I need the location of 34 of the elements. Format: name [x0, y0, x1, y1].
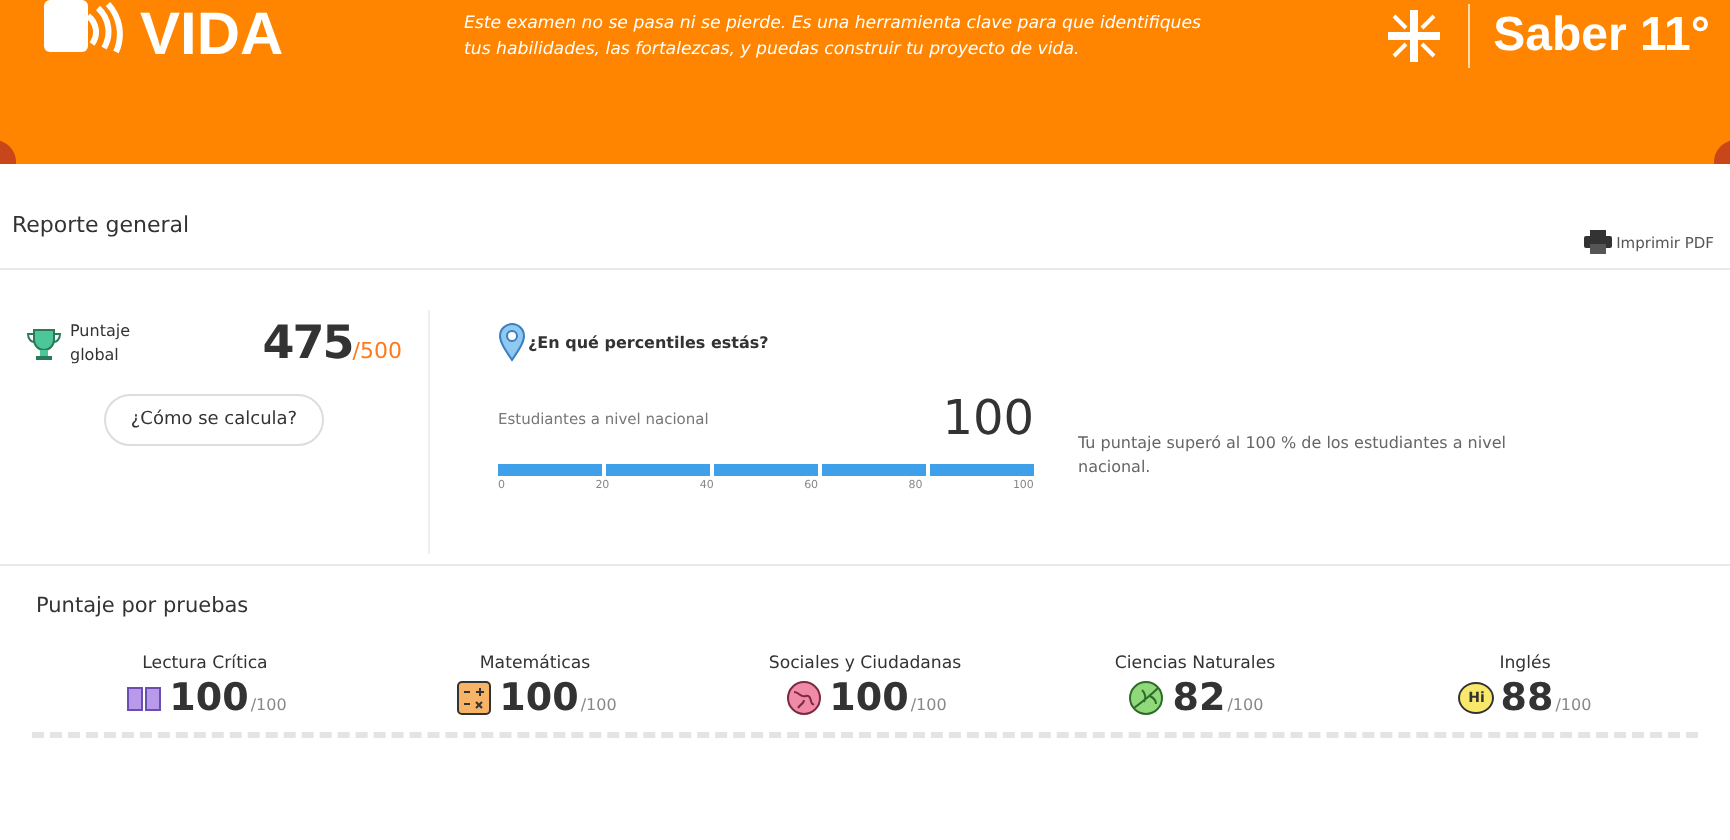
tests-title: Puntaje por pruebas	[34, 592, 251, 618]
test-max-score: /100	[250, 696, 287, 714]
trophy-icon	[26, 326, 62, 362]
test-score: 88	[1500, 676, 1554, 720]
banner-message: Este examen no se pasa ni se pierde. Es una herramienta clave para que identifiques tus habilidades, las fortalezcas, y puedas construir tu proyecto de vida.	[464, 12, 1203, 64]
test-max-score: /100	[1227, 696, 1264, 714]
logo-icon	[44, 0, 124, 56]
globe-icon	[783, 678, 824, 718]
location-pin-icon	[498, 322, 526, 362]
test-score: 100	[499, 676, 579, 720]
leaf-icon	[1126, 678, 1167, 718]
test-name: Lectura Crítica	[142, 654, 268, 674]
test-score: 82	[1172, 676, 1226, 720]
test-score: 100	[829, 676, 909, 720]
percentile-title: ¿En qué percentiles estás?	[528, 333, 769, 351]
calculator-icon	[453, 678, 494, 718]
percentile-note: Tu puntaje superó al 100 % de los estudiantes a nivel nacional.	[1078, 431, 1508, 479]
report-title: Reporte general	[12, 211, 190, 237]
test-score: 100	[169, 676, 249, 720]
percentile-value: 100	[942, 390, 1034, 446]
global-score-label: Puntaje global	[70, 320, 133, 368]
test-name: Inglés	[1499, 654, 1551, 674]
test-name: Ciencias Naturales	[1114, 654, 1276, 674]
test-name: Matemáticas	[479, 654, 591, 674]
test-max-score: /100	[910, 696, 947, 714]
printer-icon	[1584, 230, 1613, 254]
test-max-score: /100	[1555, 696, 1592, 714]
global-score: 475/500	[262, 318, 402, 370]
test-max-score: /100	[580, 696, 617, 714]
brand-name: Saber 11°	[1493, 8, 1710, 64]
test-name: Sociales y Ciudadanas	[768, 654, 962, 674]
logo-text: VIDA	[140, 0, 284, 72]
brand-icon	[1383, 6, 1444, 66]
how-calculated-button[interactable]: ¿Cómo se calcula?	[104, 394, 324, 446]
